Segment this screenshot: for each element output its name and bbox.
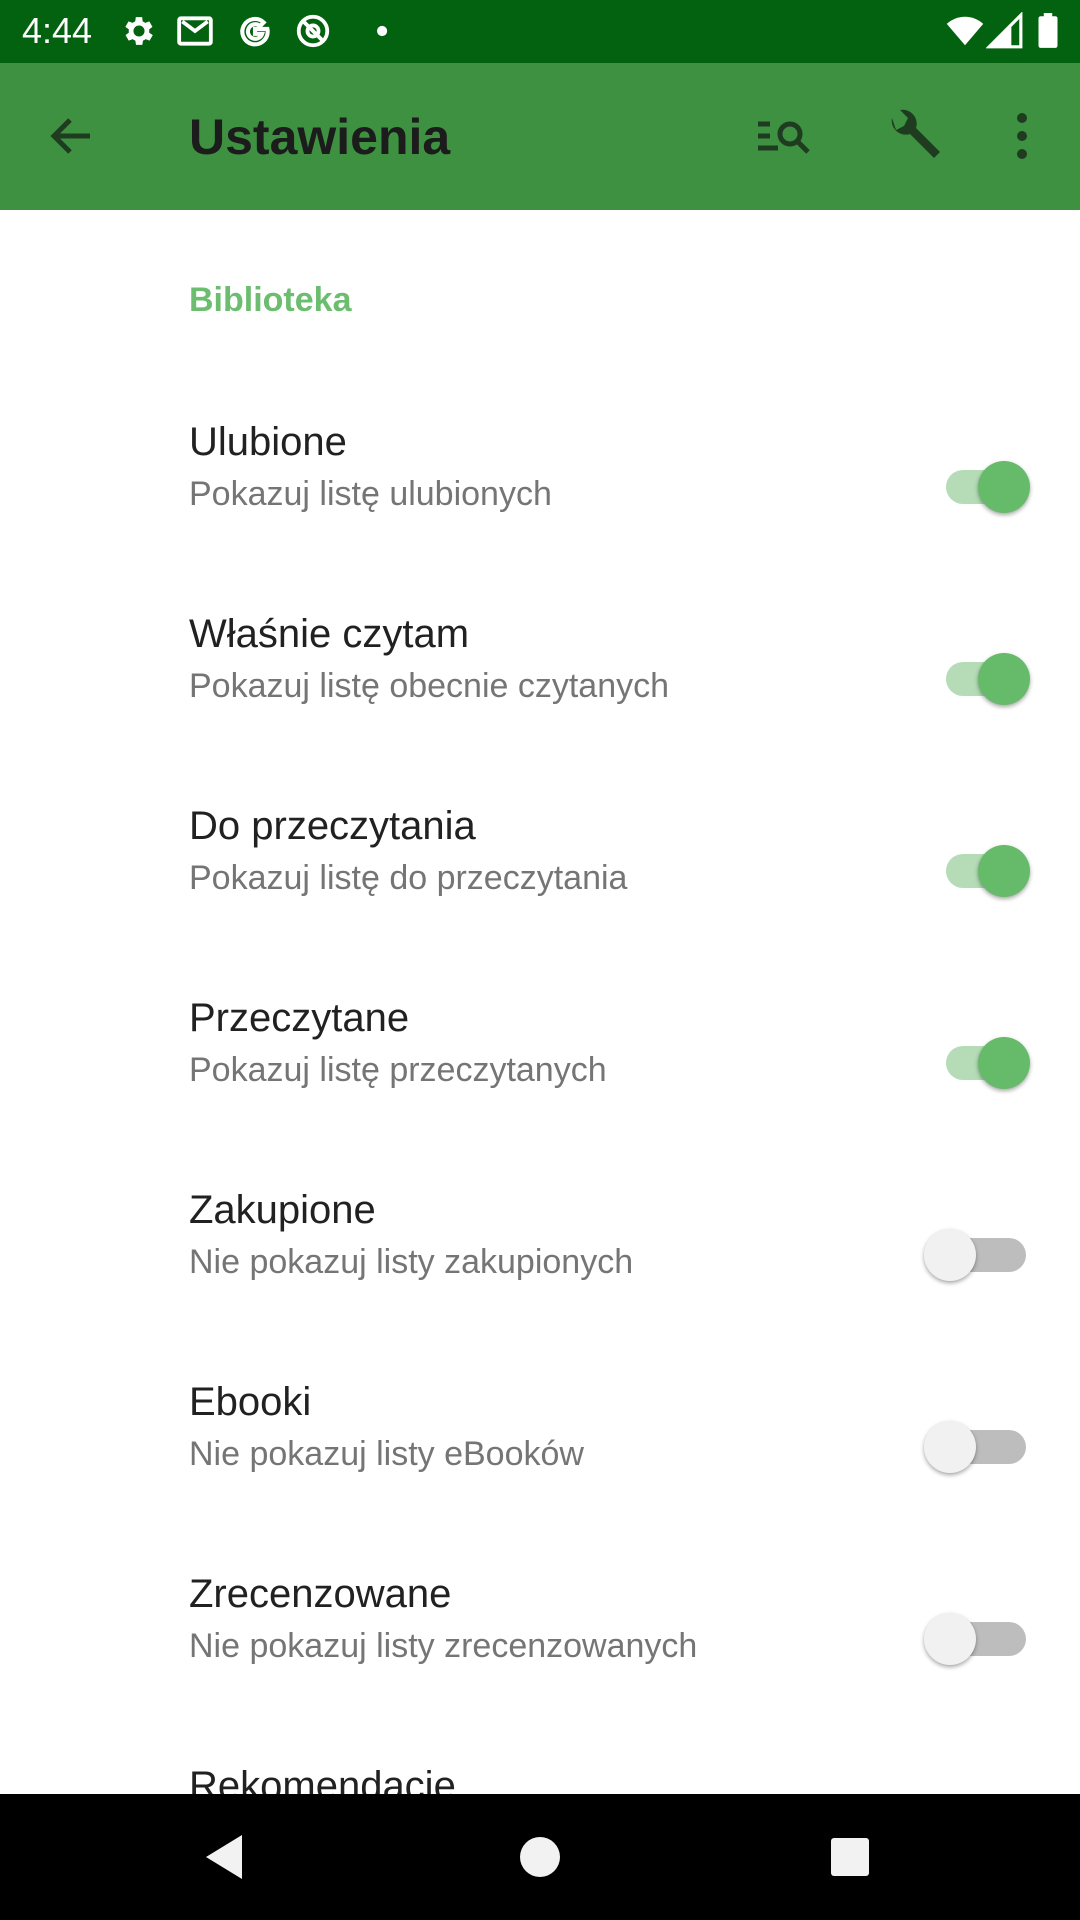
pref-switch[interactable]: [920, 1607, 1030, 1667]
pref-row-ebooki[interactable]: Ebooki Nie pokazuj listy eBooków: [0, 1342, 1080, 1534]
pref-title: Rekomendacje: [189, 1764, 456, 1794]
pref-title: Do przeczytania: [189, 804, 476, 848]
pref-row-zrecenzowane[interactable]: Zrecenzowane Nie pokazuj listy zrecenzow…: [0, 1534, 1080, 1726]
pref-summary: Nie pokazuj listy eBooków: [189, 1435, 584, 1473]
dot-icon: [352, 12, 390, 50]
back-triangle-icon: [206, 1835, 242, 1879]
pref-switch[interactable]: [920, 1223, 1030, 1283]
pref-title: Ebooki: [189, 1380, 312, 1424]
pref-title: Zakupione: [189, 1188, 376, 1232]
pref-switch[interactable]: [920, 1415, 1030, 1475]
app-bar: Ustawienia: [0, 63, 1080, 210]
switch-thumb: [978, 845, 1030, 897]
pref-summary: Nie pokazuj listy zakupionych: [189, 1243, 634, 1281]
wrench-button[interactable]: [872, 96, 952, 176]
pref-row-do-przeczytania[interactable]: Do przeczytania Pokazuj listę do przeczy…: [0, 766, 1080, 958]
pref-switch[interactable]: [920, 455, 1030, 515]
pref-title: Ulubione: [189, 420, 347, 464]
pref-switch[interactable]: [920, 1031, 1030, 1091]
more-vert-icon: [1017, 113, 1027, 159]
status-time: 4:44: [22, 10, 93, 51]
switch-thumb: [924, 1229, 976, 1281]
switch-thumb: [978, 1037, 1030, 1089]
pref-row-zakupione[interactable]: Zakupione Nie pokazuj listy zakupionych: [0, 1150, 1080, 1342]
recents-square-icon: [831, 1838, 869, 1876]
switch-thumb: [924, 1421, 976, 1473]
pref-row-rekomendacje[interactable]: Rekomendacje: [0, 1726, 1080, 1794]
wrench-icon: [891, 109, 940, 158]
home-circle-icon: [520, 1837, 560, 1877]
pref-summary: Pokazuj listę przeczytanych: [189, 1051, 607, 1089]
switch-thumb: [978, 653, 1030, 705]
nav-recents-button[interactable]: [820, 1827, 880, 1887]
wifi-icon: [944, 12, 986, 50]
pref-switch[interactable]: [920, 839, 1030, 899]
search-list-icon: [758, 121, 810, 154]
switch-thumb: [924, 1613, 976, 1665]
pref-switch[interactable]: [920, 647, 1030, 707]
battery-icon: [1030, 12, 1066, 50]
nav-home-button[interactable]: [510, 1827, 570, 1887]
settings-list[interactable]: Biblioteka Ulubione Pokazuj listę ulubio…: [0, 210, 1080, 1794]
section-header: Biblioteka: [189, 281, 352, 319]
page-title: Ustawienia: [189, 109, 451, 165]
pref-row-ulubione[interactable]: Ulubione Pokazuj listę ulubionych: [0, 382, 1080, 574]
pref-row-przeczytane[interactable]: Przeczytane Pokazuj listę przeczytanych: [0, 958, 1080, 1150]
gmail-icon: [176, 12, 214, 50]
switch-thumb: [978, 461, 1030, 513]
pref-row-wlasnie-czytam[interactable]: Właśnie czytam Pokazuj listę obecnie czy…: [0, 574, 1080, 766]
more-options-button[interactable]: [982, 96, 1042, 176]
pref-summary: Pokazuj listę do przeczytania: [189, 859, 628, 897]
pref-summary: Pokazuj listę obecnie czytanych: [189, 667, 670, 705]
search-list-button[interactable]: [744, 96, 824, 176]
at-icon: [294, 12, 332, 50]
nav-back-button[interactable]: [196, 1827, 256, 1887]
status-bar: 4:44: [0, 0, 1080, 63]
back-button[interactable]: [32, 96, 112, 176]
navigation-bar: [0, 1794, 1080, 1920]
google-icon: [236, 12, 274, 50]
signal-icon: [986, 12, 1024, 50]
pref-title: Właśnie czytam: [189, 612, 470, 656]
pref-title: Przeczytane: [189, 996, 410, 1040]
gear-icon: [120, 12, 158, 50]
pref-summary: Nie pokazuj listy zrecenzowanych: [189, 1627, 698, 1665]
pref-title: Zrecenzowane: [189, 1572, 452, 1616]
pref-summary: Pokazuj listę ulubionych: [189, 475, 552, 513]
back-arrow-icon: [50, 118, 90, 154]
